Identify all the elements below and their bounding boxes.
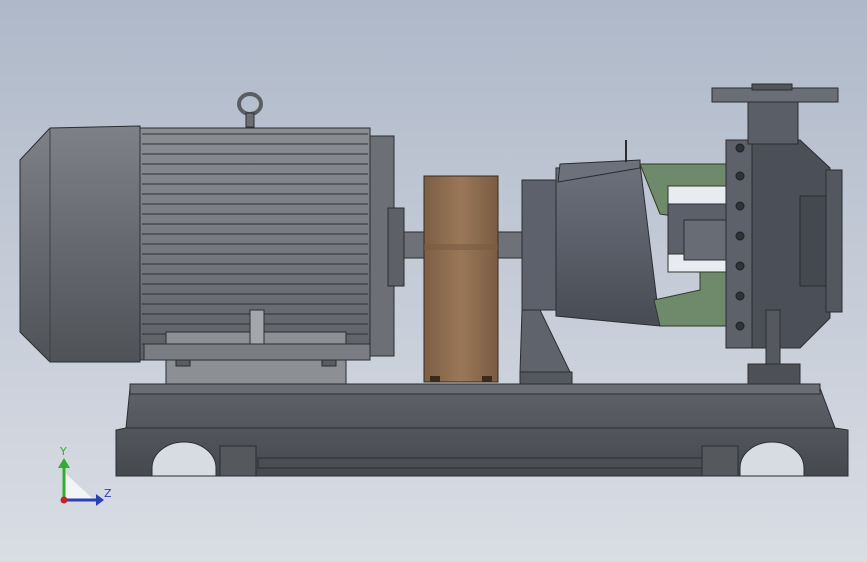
bearing-housing[interactable]	[519, 140, 661, 385]
cad-viewport[interactable]: Y Z	[0, 0, 867, 562]
coupling-guard[interactable]	[423, 175, 499, 383]
origin-point	[60, 496, 68, 504]
casing-bolt	[735, 231, 745, 241]
casing-bolt	[735, 201, 745, 211]
y-axis-label: Y	[59, 445, 67, 458]
z-axis-label: Z	[104, 487, 112, 500]
pump-volute[interactable]	[711, 83, 843, 385]
casing-bolt	[735, 261, 745, 271]
triad-plane-shade	[64, 472, 94, 500]
view-orientation-triad[interactable]: Y Z	[58, 445, 112, 506]
casing-bolt	[735, 143, 745, 153]
base-frame[interactable]	[115, 383, 849, 477]
casing-bolt	[735, 291, 745, 301]
electric-motor[interactable]	[19, 92, 405, 385]
casing-bolt	[735, 321, 745, 331]
casing-bolt	[735, 171, 745, 181]
